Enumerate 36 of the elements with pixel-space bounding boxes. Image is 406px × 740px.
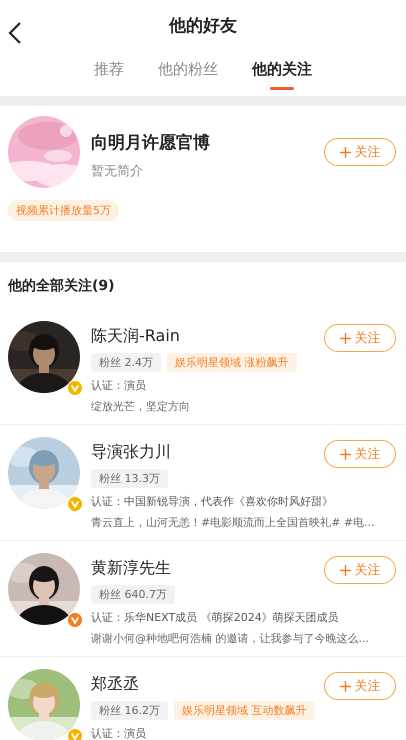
section-title: 他的全部关注(9) [6,276,116,296]
user-name[interactable]: 黄新淳先生 [91,558,324,579]
plus-icon [340,146,350,158]
play-count-tag: 视频累计播放量5万 [8,200,119,221]
plus-icon [340,564,350,576]
fans-count-tag: 粉丝 640.7万 [91,585,175,604]
page-title: 他的好友 [169,14,237,36]
verification-text: 认证：演员 [91,726,146,740]
fans-count-tag: 粉丝 13.3万 [91,469,168,488]
plus-icon [340,680,350,692]
verification-text: 认证：乐华NEXT成员 《萌探2024》萌探天团成员 [91,610,339,626]
fans-count-tag: 粉丝 2.4万 [91,353,161,372]
tab[interactable]: 他的关注 [252,50,312,96]
follow-button[interactable]: 关注 [324,672,396,700]
user-name[interactable]: 导演张力川 [91,442,324,463]
follow-button[interactable]: 关注 [324,324,396,352]
plus-icon [340,332,350,344]
fans-count-tag: 粉丝 16.2万 [91,701,168,720]
bio-text: 绽放光芒，坚定方向 [91,399,190,415]
account-name: 向明月许愿官博 [91,132,211,154]
verification-text: 认证：中国新锐导演，代表作《喜欢你时风好甜》 [91,494,333,510]
trend-tag: 娱乐明星领域 涨粉飙升 [167,353,296,372]
back-icon[interactable] [8,22,22,44]
trend-tag: 娱乐明星领域 互动数飙升 [174,701,314,720]
follow-button[interactable]: 关注 [324,138,396,166]
account-intro: 暂无简介 [91,163,144,180]
plus-icon [340,448,350,460]
bio-text: 谢谢小何@种地吧何浩楠 的邀请，让我参与了今晚这么... [91,631,369,647]
verification-text: 认证：演员 [91,378,146,394]
bio-text: 青云直上，山河无恙！#电影顺流而上全国首映礼# #电... [91,515,375,531]
tab[interactable]: 推荐 [94,50,124,96]
tab[interactable]: 他的粉丝 [158,50,218,96]
follow-button[interactable]: 关注 [324,440,396,468]
user-name[interactable]: 郑丞丞 [91,674,324,695]
follow-button[interactable]: 关注 [324,556,396,584]
user-name[interactable]: 陈天润-Rain [91,326,324,347]
